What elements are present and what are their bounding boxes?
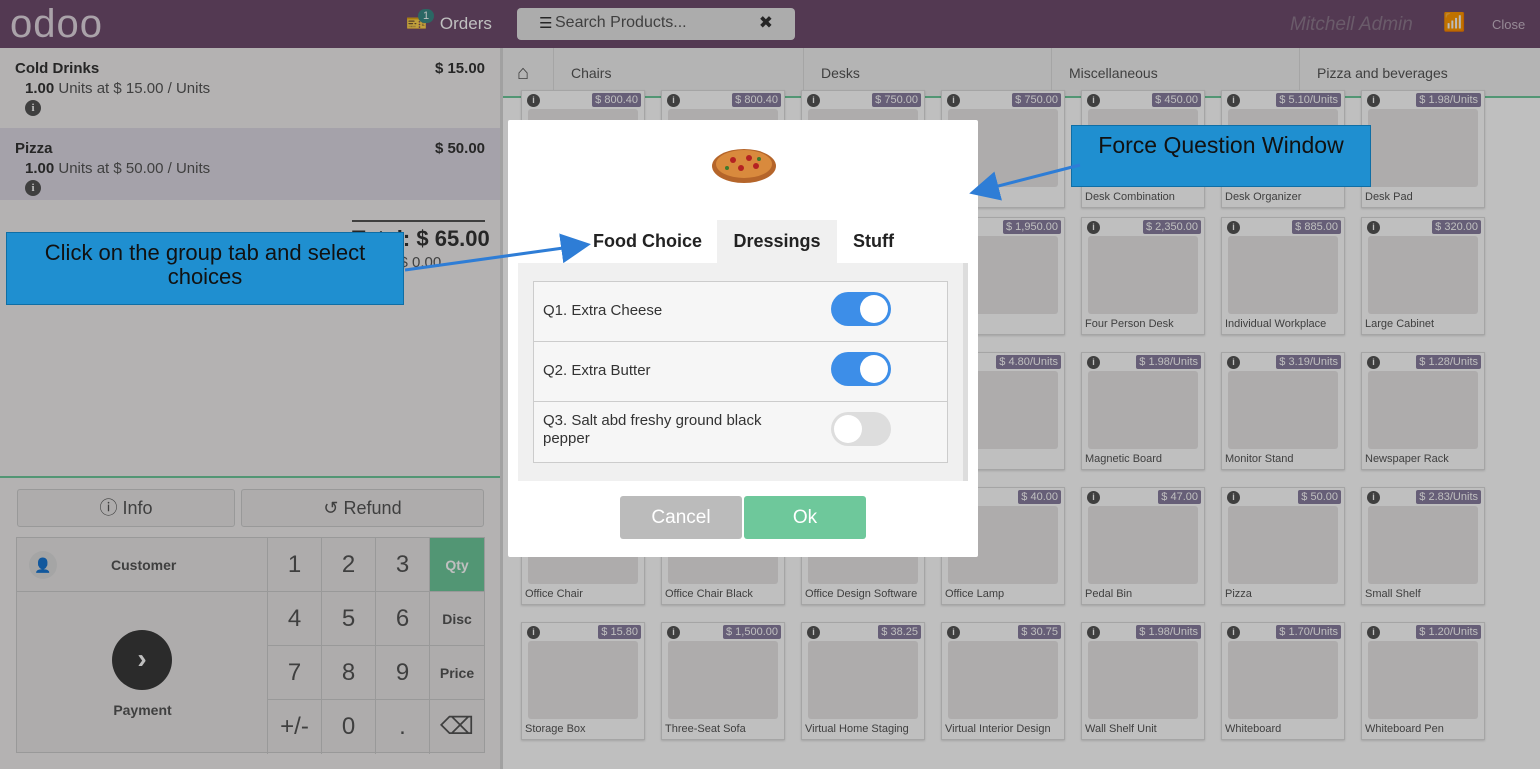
arrow-to-tab: [404, 233, 591, 272]
annotation-arrows: [404, 163, 1081, 272]
arrow-to-window: [969, 163, 1081, 201]
